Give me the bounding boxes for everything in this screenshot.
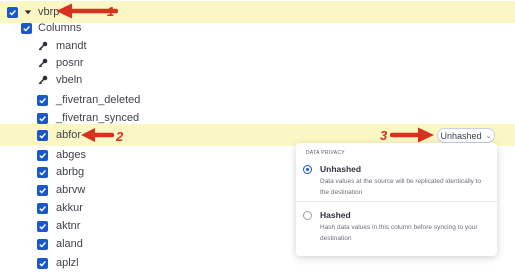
column-checkbox[interactable]: [37, 149, 48, 161]
column-row: vbeln: [0, 69, 515, 91]
column-checkbox[interactable]: [37, 238, 48, 250]
checkmark-icon: [39, 205, 46, 212]
key-icon: [37, 41, 48, 52]
column-name: aland: [56, 238, 83, 250]
column-checkbox[interactable]: [37, 257, 48, 269]
columns-checkbox[interactable]: [21, 22, 32, 34]
table-checkbox[interactable]: [7, 6, 18, 18]
checkmark-icon: [39, 223, 46, 230]
hash-select-value: Unhashed: [440, 130, 482, 141]
columns-group-label: Columns: [38, 22, 82, 34]
popover-header: DATA PRIVACY: [306, 150, 345, 156]
checkmark-icon: [39, 241, 46, 248]
callout-arrow-2-icon: [81, 128, 114, 142]
divider: [296, 201, 497, 202]
radio-unhashed[interactable]: [303, 165, 312, 174]
hash-select-dropdown[interactable]: Unhashed ⌄: [437, 128, 495, 143]
column-name: aktnr: [56, 220, 81, 232]
column-name: abrbg: [56, 166, 85, 178]
callout-arrow-3-icon: [390, 127, 434, 143]
callout-number-3: 3: [380, 128, 388, 143]
callout-number-1: 1: [107, 4, 115, 19]
column-name: abfor: [56, 129, 82, 141]
column-name: abges: [56, 149, 86, 161]
column-name: mandt: [56, 40, 87, 52]
column-checkbox[interactable]: [37, 166, 48, 178]
data-privacy-popover: DATA PRIVACY Unhashed Data values at the…: [296, 143, 497, 256]
column-name: vbeln: [56, 74, 83, 86]
option-title: Hashed: [320, 210, 351, 220]
column-checkbox[interactable]: [37, 184, 48, 196]
option-description: Hash data values in this column before s…: [320, 224, 478, 242]
option-hashed[interactable]: Hashed Hash data values in this column b…: [296, 207, 497, 251]
column-checkbox[interactable]: [37, 129, 48, 141]
column-name: _fivetran_deleted: [56, 94, 141, 106]
key-icon: [37, 58, 48, 69]
column-checkbox[interactable]: [37, 112, 48, 124]
checkmark-icon: [39, 115, 46, 122]
column-name: _fivetran_synced: [56, 112, 140, 124]
option-title: Unhashed: [320, 164, 362, 174]
key-icon: [37, 75, 48, 86]
column-name: abrvw: [56, 184, 86, 196]
checkmark-icon: [39, 169, 46, 176]
column-name: aplzl: [56, 257, 79, 269]
column-checkbox[interactable]: [37, 202, 48, 214]
checkmark-icon: [39, 187, 46, 194]
checkmark-icon: [39, 152, 46, 159]
option-unhashed[interactable]: Unhashed Data values at the source will …: [296, 161, 497, 201]
checkmark-icon: [39, 260, 46, 267]
column-row: aplzl: [0, 252, 290, 274]
option-description: Data values at the source will be replic…: [320, 178, 482, 196]
column-name: akkur: [56, 202, 83, 214]
checkmark-icon: [9, 9, 16, 16]
column-checkbox[interactable]: [37, 94, 48, 106]
radio-hashed[interactable]: [303, 211, 312, 220]
callout-number-2: 2: [116, 129, 124, 144]
checkmark-icon: [39, 132, 46, 139]
chevron-down-icon: ⌄: [485, 132, 492, 140]
column-checkbox[interactable]: [37, 220, 48, 232]
column-name: posnr: [56, 57, 84, 69]
checkmark-icon: [39, 97, 46, 104]
checkmark-icon: [23, 25, 30, 32]
caret-down-icon[interactable]: [23, 7, 33, 17]
